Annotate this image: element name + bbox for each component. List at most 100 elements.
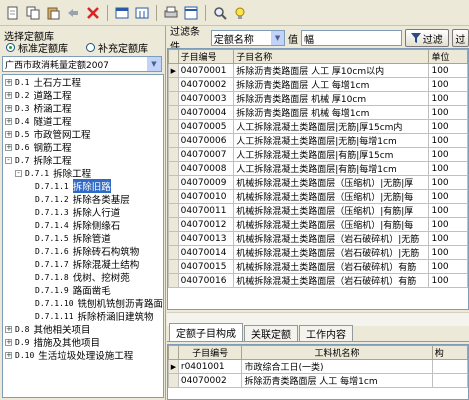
import-icon[interactable] (113, 4, 131, 22)
tree-node[interactable]: D.7.1.7 拆除混凝土结构 (25, 258, 139, 272)
cell-name[interactable]: 机械拆除混凝土类路面层（压缩机）|有筋|厚 (233, 203, 430, 218)
cell-unit[interactable]: 100 (428, 91, 468, 106)
table-row[interactable]: 04070012 机械拆除混凝土类路面层（压缩机）|有筋|每 100 (168, 217, 468, 232)
cell-unit[interactable]: 100 (428, 105, 468, 120)
tree-node[interactable]: + D.2 道路工程 (5, 89, 71, 102)
radio-standard-lib[interactable]: 标准定额库 (6, 40, 68, 55)
cell-code[interactable]: 04070009 (177, 175, 235, 190)
cell-unit[interactable]: 100 (428, 189, 468, 204)
cell-name[interactable]: 机械拆除混凝土类路面层（岩石破碎机）|无筋 (233, 245, 430, 260)
expand-icon[interactable]: + (5, 325, 12, 333)
cell-composition[interactable] (431, 359, 468, 374)
table-row[interactable]: ▶ 04070001 拆除沥青类路面层 人工 厚10cm以内 100 (168, 63, 468, 78)
cell-code[interactable]: 04070014 (177, 245, 235, 260)
cell-code[interactable]: 04070005 (177, 119, 235, 134)
table-row[interactable]: 04070005 人工拆除混凝土类路面层|无筋|厚15cm内 100 (168, 119, 468, 134)
tree-node[interactable]: D.7.1.6 拆除砖石构筑物 (25, 245, 139, 259)
table-row[interactable]: ▶ r0401001 市政综合工日(一类) (168, 359, 468, 374)
table-row[interactable]: 04070006 人工拆除混凝土类路面层|无筋|每增1cm 100 (168, 133, 468, 148)
collapse-icon[interactable]: - (15, 169, 22, 177)
cell-code[interactable]: 04070011 (177, 203, 235, 218)
table-row[interactable]: 04070002 拆除沥青类路面层 人工 每增1cm 100 (168, 77, 468, 92)
expand-icon[interactable]: + (5, 338, 12, 346)
cell-composition[interactable] (431, 373, 468, 388)
cell-unit[interactable]: 100 (428, 161, 468, 176)
cell-code[interactable]: 04070002 (177, 77, 235, 92)
tree-node[interactable]: + D.10 生活垃圾处理设施工程 (5, 349, 133, 362)
col-header-code[interactable]: 子目编号 (177, 345, 243, 360)
back-icon[interactable] (64, 4, 82, 22)
cell-unit[interactable]: 100 (428, 273, 468, 288)
cell-name[interactable]: 机械拆除混凝土类路面层（岩石破碎机）有筋 (233, 259, 430, 274)
cell-unit[interactable]: 100 (428, 63, 468, 78)
expand-icon[interactable]: + (5, 104, 12, 112)
cell-name[interactable]: 人工拆除混凝土类路面层|无筋|厚15cm内 (233, 119, 430, 134)
expand-icon[interactable]: + (5, 91, 12, 99)
tree-node[interactable]: - D.7 拆除工程 (5, 154, 71, 167)
cell-code[interactable]: 04070006 (177, 133, 235, 148)
tree-node[interactable]: D.7.1.9 路面凿毛 (25, 284, 111, 298)
cell-code[interactable]: 04070002 (177, 373, 243, 388)
tree-node[interactable]: - D.7.1 拆除工程 (15, 167, 91, 180)
tab-related-quota[interactable]: 关联定额 (244, 325, 298, 341)
table-row[interactable]: 04070010 机械拆除混凝土类路面层（压缩机）|无筋|每 100 (168, 189, 468, 204)
cell-material-name[interactable]: 拆除沥青类路面层 人工 每增1cm (241, 373, 433, 388)
print-icon[interactable] (162, 4, 180, 22)
copy-icon[interactable] (24, 4, 42, 22)
table-row[interactable]: 04070015 机械拆除混凝土类路面层（岩石破碎机）有筋 100 (168, 259, 468, 274)
tree-node[interactable]: + D.1 土石方工程 (5, 76, 81, 89)
col-header-unit[interactable]: 单位 (428, 49, 468, 64)
tree-node[interactable]: D.7.1.5 拆除管道 (25, 232, 111, 246)
delete-icon[interactable] (84, 4, 102, 22)
filter-value-input[interactable]: 幅 (301, 30, 402, 46)
cell-code[interactable]: 04070007 (177, 147, 235, 162)
export-icon[interactable] (133, 4, 151, 22)
col-header-code[interactable]: 子目编号 (177, 49, 235, 64)
expand-icon[interactable]: + (5, 143, 12, 151)
cell-unit[interactable]: 100 (428, 217, 468, 232)
cell-code[interactable]: 04070003 (177, 91, 235, 106)
extra-filter-button[interactable]: 过 (451, 29, 469, 47)
paste-icon[interactable] (44, 4, 62, 22)
tree-node[interactable]: + D.6 钢筋工程 (5, 141, 71, 154)
filter-button[interactable]: 过滤 (404, 29, 449, 47)
expand-icon[interactable]: + (5, 117, 12, 125)
tab-quota-composition[interactable]: 定额子目构成 (169, 323, 243, 341)
table-row[interactable]: 04070004 拆除沥青类路面层 机械 每增1cm 100 (168, 105, 468, 120)
cell-code[interactable]: 04070012 (177, 217, 235, 232)
cell-unit[interactable]: 100 (428, 231, 468, 246)
cell-unit[interactable]: 100 (428, 147, 468, 162)
cell-name[interactable]: 机械拆除混凝土类路面层（岩石破碎机）有筋 (233, 273, 430, 288)
cell-code[interactable]: 04070004 (177, 105, 235, 120)
cell-unit[interactable]: 100 (428, 203, 468, 218)
radio-dot[interactable] (6, 43, 15, 52)
table-row[interactable]: 04070002 拆除沥青类路面层 人工 每增1cm (168, 373, 468, 388)
cell-unit[interactable]: 100 (428, 77, 468, 92)
expand-icon[interactable]: + (5, 351, 12, 359)
cell-name[interactable]: 拆除沥青类路面层 机械 厚10cm (233, 91, 430, 106)
expand-icon[interactable]: + (5, 78, 12, 86)
table-row[interactable]: 04070003 拆除沥青类路面层 机械 厚10cm 100 (168, 91, 468, 106)
table-row[interactable]: 04070008 人工拆除混凝土类路面层|有筋|每增1cm 100 (168, 161, 468, 176)
filter-field-select[interactable]: 定额名称 ▼ (210, 30, 286, 46)
cell-name[interactable]: 拆除沥青类路面层 人工 每增1cm (233, 77, 430, 92)
tree-node[interactable]: + D.8 其他相关项目 (5, 323, 90, 336)
tree-node[interactable]: + D.4 隧道工程 (5, 115, 71, 128)
tree-node[interactable]: + D.9 措施及其他项目 (5, 336, 100, 349)
tree-node[interactable]: D.7.1.1 拆除旧路 (25, 179, 111, 193)
cell-code[interactable]: r0401001 (177, 359, 243, 374)
cell-name[interactable]: 拆除沥青类路面层 人工 厚10cm以内 (233, 63, 430, 78)
cell-material-name[interactable]: 市政综合工日(一类) (241, 359, 433, 374)
col-header-material-name[interactable]: 工料机名称 (241, 345, 433, 360)
tree-node[interactable]: D.7.1.4 拆除侧缘石 (25, 219, 120, 233)
cell-code[interactable]: 04070001 (177, 63, 235, 78)
window-icon[interactable] (182, 4, 200, 22)
expand-icon[interactable]: + (5, 130, 12, 138)
cell-code[interactable]: 04070015 (177, 259, 235, 274)
table-row[interactable]: 04070011 机械拆除混凝土类路面层（压缩机）|有筋|厚 100 (168, 203, 468, 218)
cell-unit[interactable]: 100 (428, 259, 468, 274)
table-row[interactable]: 04070007 人工拆除混凝土类路面层|有筋|厚15cm 100 (168, 147, 468, 162)
cell-code[interactable]: 04070016 (177, 273, 235, 288)
tab-work-content[interactable]: 工作内容 (299, 325, 353, 341)
quota-lib-select[interactable]: 广西市政消耗量定额2007 ▼ (2, 56, 162, 72)
